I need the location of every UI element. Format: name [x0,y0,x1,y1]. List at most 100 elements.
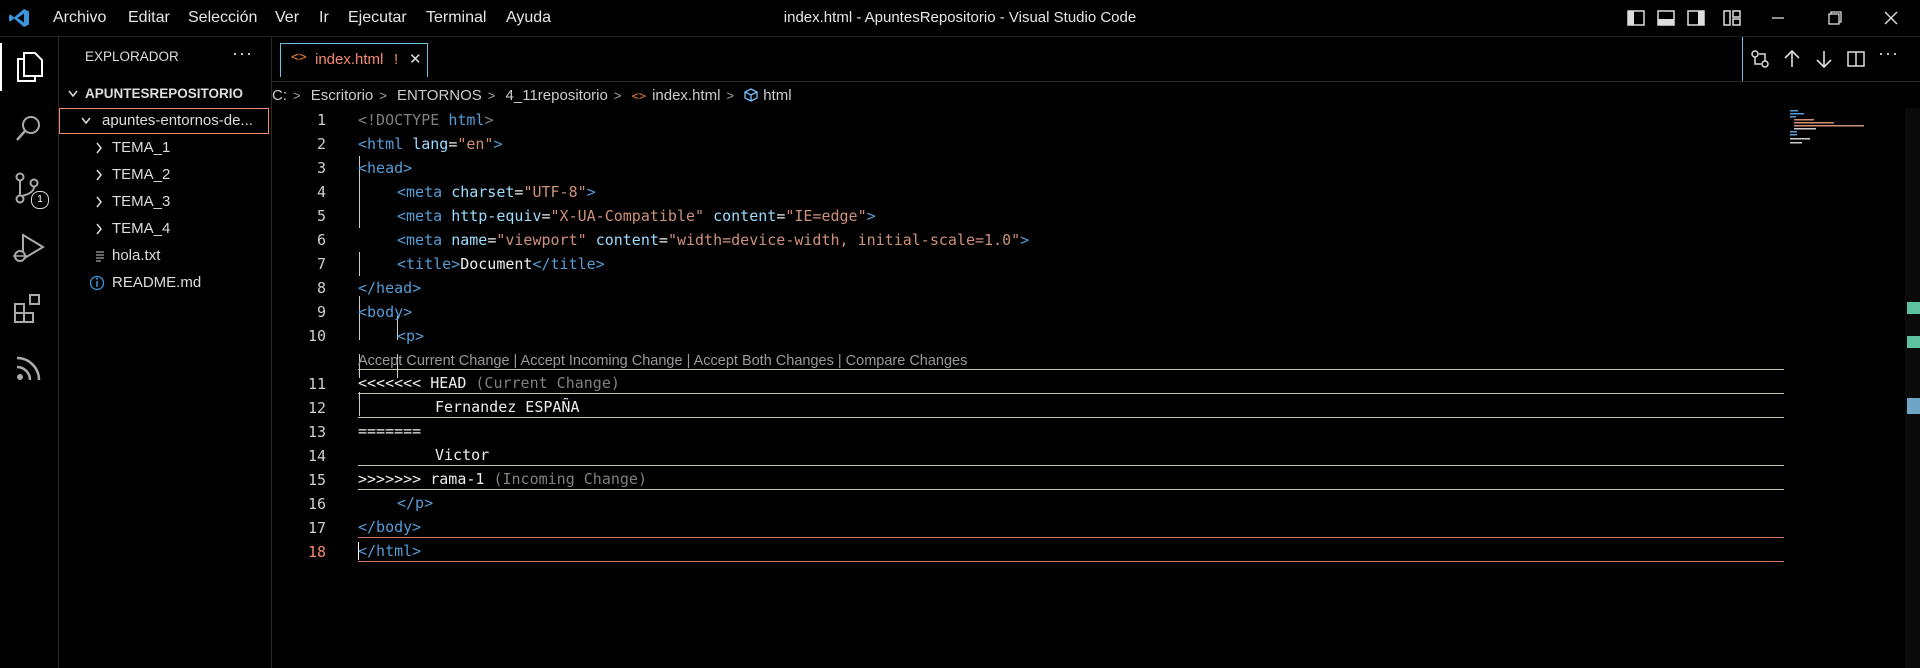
tree-item-label: README.md [112,274,202,291]
explorer-icon[interactable] [0,43,58,91]
tree-item-readme[interactable]: README.md [59,270,271,296]
breadcrumb-repositorio[interactable]: 4_11repositorio [506,85,608,107]
arrow-up-icon[interactable] [1782,49,1802,72]
workspace-root-label: APUNTESREPOSITORIO [85,86,244,101]
remote-feed-icon[interactable] [0,344,58,392]
tree-item-hola-txt[interactable]: hola.txt [59,243,271,269]
line-number: 7 [316,255,326,273]
breadcrumb-chevron-icon: > [487,88,496,103]
breadcrumb-chevron-icon: > [613,88,622,103]
menu-archivo[interactable]: Archivo [53,0,106,36]
chevron-right-icon [94,162,104,188]
breadcrumb-escritorio[interactable]: Escritorio [311,85,374,107]
text-file-icon [94,243,106,269]
text-cursor [358,542,359,560]
menu-ver[interactable]: Ver [275,0,299,36]
code-line: <head> [358,159,413,177]
arrow-down-icon[interactable] [1814,49,1834,72]
menu-ejecutar[interactable]: Ejecutar [348,0,407,36]
line-number: 1 [316,111,326,129]
line-number: 3 [316,159,326,177]
code-line: <meta charset="UTF-8"> [397,183,596,201]
line-number: 11 [307,375,326,393]
line-number: 12 [307,399,326,417]
chevron-right-icon [94,135,104,161]
menu-editar[interactable]: Editar [128,0,170,36]
code-line: </html> [358,542,422,560]
customize-layout-icon[interactable] [1712,0,1752,36]
breadcrumb-file[interactable]: index.html [652,85,720,107]
more-actions-icon[interactable]: ··· [232,43,253,64]
line-number: 16 [307,495,326,513]
code-line: Fernandez ESPAÑA [435,398,580,416]
chevron-right-icon [94,189,104,215]
code-line: </p> [397,494,434,512]
menu-seleccion[interactable]: Selección [188,0,257,36]
chevron-down-icon [80,109,92,133]
line-number: 17 [307,519,326,537]
line-number: 13 [307,423,326,441]
code-line: Victor [435,446,490,464]
line-number: 6 [316,231,326,249]
tree-item-tema-1[interactable]: TEMA_1 [59,135,271,161]
minimap[interactable] [1788,108,1906,148]
line-number-current: 18 [307,543,326,561]
extensions-icon[interactable] [0,284,58,332]
code-line: <!DOCTYPE html> [358,111,494,129]
tab-index-html[interactable]: <> index.html ! ✕ [280,43,428,77]
breadcrumb-entornos[interactable]: ENTORNOS [397,85,482,107]
close-window-icon[interactable] [1871,0,1911,36]
tree-item-tema-2[interactable]: TEMA_2 [59,162,271,188]
close-tab-icon[interactable]: ✕ [409,50,422,68]
code-editor[interactable]: 1 <!DOCTYPE html> 2 <html lang="en"> 3 <… [272,108,1920,668]
menu-ir[interactable]: Ir [319,0,329,36]
line-number: 4 [316,183,326,201]
line-number: 5 [316,207,326,225]
code-line: ======= [358,422,422,440]
line-number: 14 [307,447,326,465]
tree-item-label: TEMA_1 [112,139,171,156]
code-line: <p> [397,327,425,345]
breadcrumb-chevron-icon: > [293,88,301,103]
current-line-border [358,537,1784,538]
toolbar-divider [1742,37,1743,81]
split-editor-icon[interactable] [1846,49,1866,72]
search-icon[interactable] [0,104,58,152]
code-line: <meta http-equiv="X-UA-Compatible" conte… [397,207,876,225]
title-bar: Archivo Editar Selección Ver Ir Ejecutar… [0,0,1920,37]
indent-guide [359,392,360,416]
restore-icon[interactable] [1815,0,1855,36]
tree-item-label: hola.txt [112,247,161,264]
tree-item-tema-3[interactable]: TEMA_3 [59,189,271,215]
breadcrumb-symbol[interactable]: html [763,85,791,107]
code-line: </body> [358,518,422,536]
chevron-down-icon [67,81,79,107]
minimize-icon[interactable] [1758,0,1798,36]
tab-label: index.html [315,51,384,68]
line-number: 10 [307,327,326,345]
vertical-scrollbar[interactable] [1905,108,1920,668]
scroll-marker [1907,336,1920,348]
chevron-right-icon [94,216,104,242]
tree-item-tema-4[interactable]: TEMA_4 [59,216,271,242]
merge-conflict-codelens[interactable]: Accept Current Change | Accept Incoming … [358,351,967,371]
code-line: <meta name="viewport" content="width=dev… [397,231,1030,249]
open-changes-icon[interactable] [1750,49,1770,72]
code-line: <title>Document</title> [397,255,605,273]
tree-item-label: TEMA_3 [112,193,171,210]
source-control-icon[interactable]: 1 [0,164,58,212]
scm-badge: 1 [31,191,49,209]
menu-ayuda[interactable]: Ayuda [506,0,551,36]
breadcrumb-drive[interactable]: C: [272,85,287,107]
symbol-element-icon [744,85,758,107]
workspace-root[interactable]: APUNTESREPOSITORIO [59,81,271,107]
code-line: <html lang="en"> [358,135,503,153]
breadcrumb: C: > Escritorio > ENTORNOS > 4_11repositori… [272,85,792,107]
scroll-marker [1907,398,1920,414]
toggle-secondary-sidebar-icon[interactable] [1676,0,1716,36]
editor-more-actions-icon[interactable]: ··· [1878,43,1899,64]
run-debug-icon[interactable] [0,224,58,272]
folder-apuntes-entornos[interactable]: apuntes-entornos-de... [59,108,269,134]
conflict-border [358,465,1784,466]
menu-terminal[interactable]: Terminal [426,0,486,36]
